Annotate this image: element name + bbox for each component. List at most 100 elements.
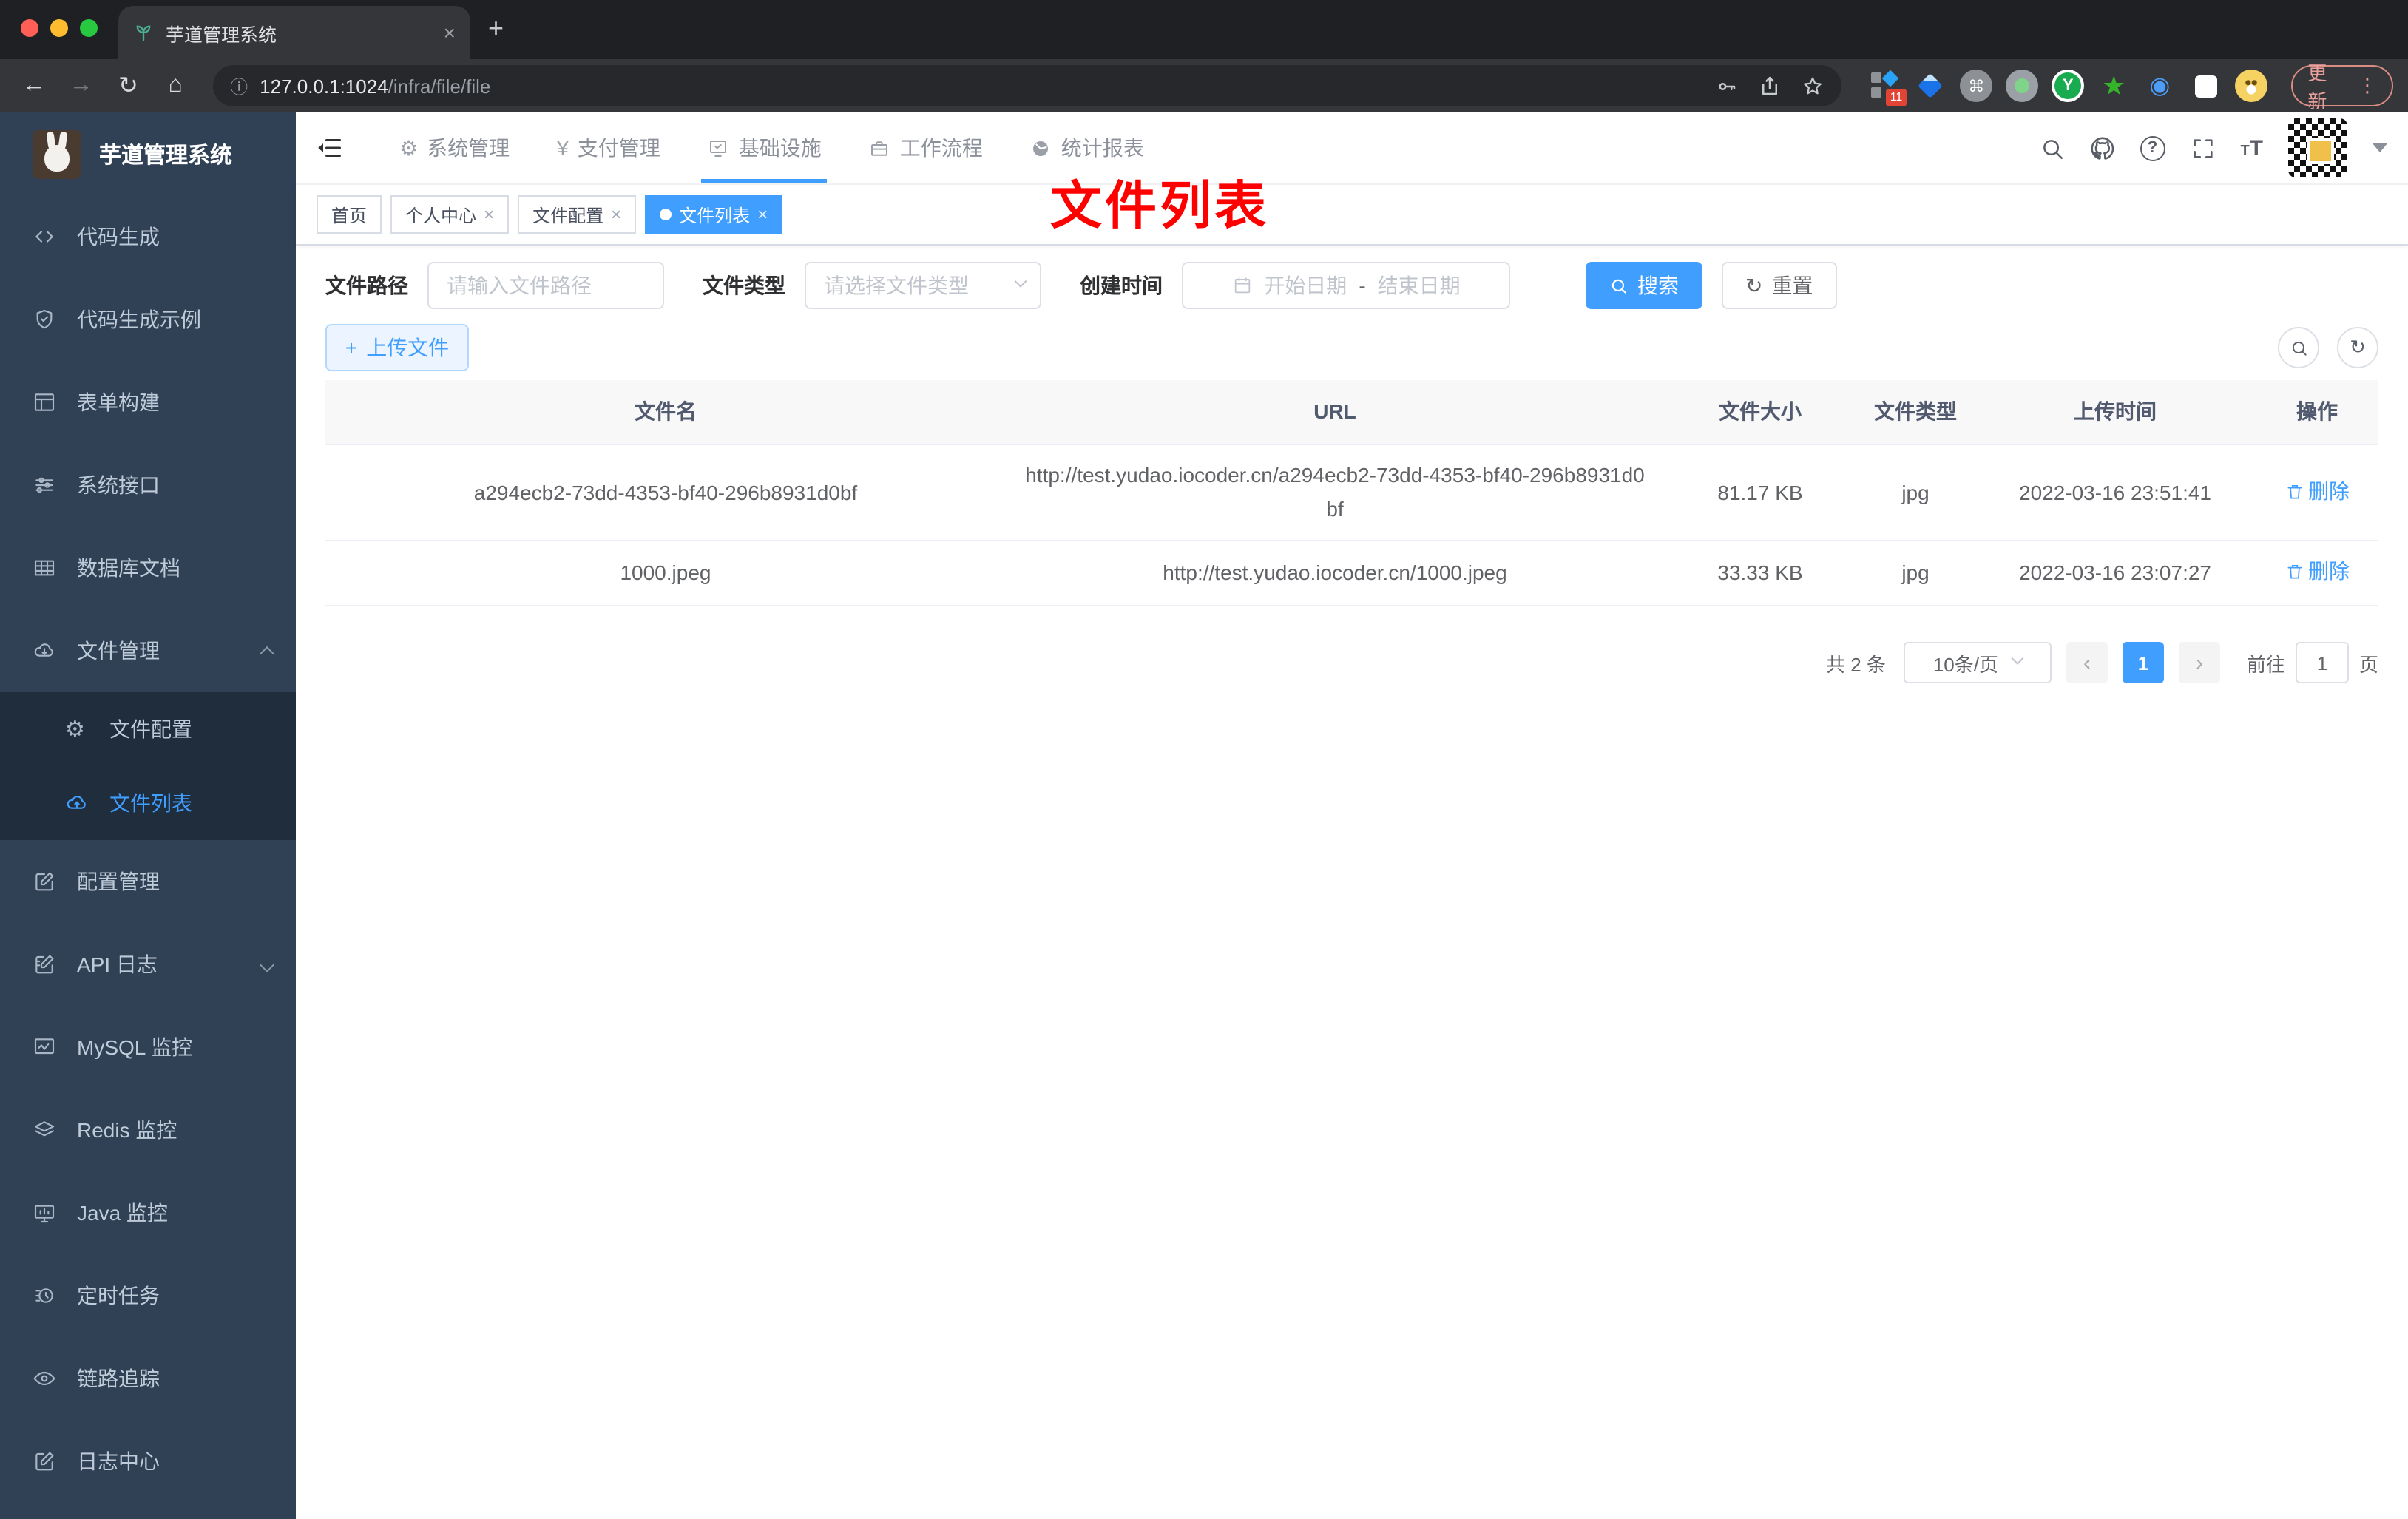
font-size-icon[interactable]: TT <box>2240 135 2263 160</box>
sidebar-item-db-doc[interactable]: 数据库文档 <box>0 527 296 609</box>
avatar-qr-code[interactable] <box>2288 118 2347 177</box>
window-controls[interactable] <box>21 19 98 37</box>
date-range-picker[interactable]: 开始日期 - 结束日期 <box>1182 262 1510 309</box>
col-header-action: 操作 <box>2296 399 2338 423</box>
layers-icon <box>33 1118 56 1142</box>
tag-close-icon[interactable]: × <box>611 204 621 225</box>
date-start-placeholder[interactable]: 开始日期 <box>1264 271 1347 300</box>
search-icon[interactable] <box>2039 135 2064 160</box>
goto-page-input[interactable] <box>2295 642 2349 683</box>
y-extension-icon[interactable]: Y <box>2052 70 2085 102</box>
tag-file-list[interactable]: 文件列表 × <box>645 195 783 234</box>
top-nav-tabs: ⚙ 系统管理 ¥ 支付管理 基础设施 工作流程 统计报表 <box>382 112 1162 183</box>
reset-button[interactable]: ↻ 重置 <box>1722 262 1837 309</box>
new-tab-button[interactable]: + <box>488 15 504 41</box>
show-search-circle-button[interactable] <box>2278 327 2319 368</box>
cell-url: http://test.yudao.iocoder.cn/a294ecb2-73… <box>1025 463 1645 521</box>
delete-button[interactable]: 删除 <box>2284 474 2350 508</box>
puzzle-extensions-icon[interactable] <box>2189 70 2222 102</box>
star-extension-icon[interactable]: ★ <box>2097 70 2130 102</box>
emoji-extension-icon[interactable] <box>2235 70 2268 102</box>
github-icon[interactable] <box>2089 135 2114 160</box>
chevron-down-icon <box>260 957 274 972</box>
cloud-download-icon <box>33 639 56 663</box>
kite-extension-icon[interactable] <box>1914 70 1947 102</box>
file-type-select[interactable]: 请选择文件类型 <box>805 262 1041 309</box>
tag-close-icon[interactable]: × <box>484 204 494 225</box>
sidebar-item-form-builder[interactable]: 表单构建 <box>0 361 296 444</box>
topnav-system-mgmt[interactable]: ⚙ 系统管理 <box>382 112 527 183</box>
sidebar-item-mysql-monitor[interactable]: MySQL 监控 <box>0 1006 296 1089</box>
topnav-workflow[interactable]: 工作流程 <box>851 112 1001 183</box>
sidebar-item-tracing[interactable]: 链路追踪 <box>0 1337 296 1420</box>
tag-home[interactable]: 首页 <box>317 195 382 234</box>
sidebar-item-file-mgmt[interactable]: 文件管理 <box>0 609 296 692</box>
password-key-icon[interactable] <box>1716 75 1738 97</box>
sidebar-item-system-api[interactable]: 系统接口 <box>0 444 296 527</box>
sidebar-item-log-center[interactable]: 日志中心 <box>0 1420 296 1503</box>
page-content: 文件路径 文件类型 请选择文件类型 创建时间 开始日期 - 结束日期 搜索 <box>296 246 2408 683</box>
sidebar-item-file-list[interactable]: 文件列表 <box>0 766 296 840</box>
sidebar-item-api-log[interactable]: API 日志 <box>0 923 296 1006</box>
sidebar-fold-icon[interactable] <box>317 135 343 161</box>
tag-profile[interactable]: 个人中心 × <box>390 195 510 234</box>
tampermonkey-extension-icon[interactable]: 11 <box>1868 70 1907 106</box>
bookmark-star-icon[interactable] <box>1802 75 1824 97</box>
date-end-placeholder[interactable]: 结束日期 <box>1378 271 1461 300</box>
page-size-select[interactable]: 10条/页 <box>1903 642 2052 683</box>
delete-button[interactable]: 删除 <box>2284 555 2350 589</box>
window-minimize-button[interactable] <box>50 19 68 37</box>
database-grid-icon <box>33 556 56 580</box>
page-unit-label: 页 <box>2358 653 2378 675</box>
app-logo-row[interactable]: 芋道管理系统 <box>0 112 296 195</box>
browser-menu-icon[interactable]: ⋮ <box>2358 74 2377 98</box>
sidebar-item-code-gen[interactable]: 代码生成 <box>0 195 296 278</box>
tag-close-icon[interactable]: × <box>757 204 768 225</box>
command-extension-icon[interactable]: ⌘ <box>1960 70 1993 102</box>
reload-icon[interactable]: ↻ <box>109 71 148 101</box>
browser-tab[interactable]: 芋道管理系统 × <box>118 6 470 59</box>
sidebar-item-cron-jobs[interactable]: 定时任务 <box>0 1254 296 1337</box>
file-path-input[interactable] <box>427 262 664 309</box>
select-chevron-down-icon <box>2011 652 2024 665</box>
topnav-payment-mgmt[interactable]: ¥ 支付管理 <box>539 112 678 183</box>
current-page-button[interactable]: 1 <box>2122 642 2164 683</box>
eye-icon <box>33 1367 56 1390</box>
table-row: 1000.jpeg http://test.yudao.iocoder.cn/1… <box>325 541 2378 605</box>
app-navbar: ⚙ 系统管理 ¥ 支付管理 基础设施 工作流程 统计报表 ? TT <box>296 112 2408 185</box>
sidebar-item-config-mgmt[interactable]: 配置管理 <box>0 840 296 923</box>
col-header-type: 文件类型 <box>1874 399 1957 423</box>
site-info-icon[interactable]: ⓘ <box>230 73 248 98</box>
sidebar-item-code-gen-demo[interactable]: 代码生成示例 <box>0 278 296 361</box>
fullscreen-icon[interactable] <box>2190 135 2215 160</box>
app-title: 芋道管理系统 <box>99 143 233 168</box>
back-icon[interactable]: ← <box>15 72 53 99</box>
browser-window: 芋道管理系统 × + ← → ↻ ⌂ ⓘ 127.0.0.1:1024/infr… <box>0 0 2408 1519</box>
address-bar[interactable]: ⓘ 127.0.0.1:1024/infra/file/file <box>212 65 1842 106</box>
chrome-update-button[interactable]: 更新 ⋮ <box>2291 62 2393 112</box>
col-header-url: URL <box>1313 399 1356 423</box>
window-close-button[interactable] <box>21 19 38 37</box>
dot-extension-icon[interactable] <box>2006 70 2039 102</box>
next-page-button[interactable]: › <box>2178 642 2220 683</box>
help-icon[interactable]: ? <box>2140 135 2165 160</box>
avatar-caret-down-icon[interactable] <box>2373 143 2387 152</box>
search-button[interactable]: 搜索 <box>1586 262 1702 309</box>
home-icon[interactable]: ⌂ <box>156 72 195 99</box>
sidebar-item-redis-monitor[interactable]: Redis 监控 <box>0 1089 296 1171</box>
url-text[interactable]: 127.0.0.1:1024/infra/file/file <box>260 75 1704 97</box>
sidebar: 芋道管理系统 代码生成 代码生成示例 表单构建 系统接口 数据库文档 文件管理 <box>0 112 296 1519</box>
forward-icon[interactable]: → <box>62 72 101 99</box>
upload-file-button[interactable]: + 上传文件 <box>325 324 469 371</box>
eye-extension-icon[interactable]: ◉ <box>2143 70 2176 102</box>
tag-file-config[interactable]: 文件配置 × <box>518 195 637 234</box>
tab-close-icon[interactable]: × <box>444 21 456 44</box>
share-icon[interactable] <box>1759 75 1781 97</box>
window-maximize-button[interactable] <box>80 19 98 37</box>
topnav-infrastructure[interactable]: 基础设施 <box>690 112 839 183</box>
refresh-circle-button[interactable]: ↻ <box>2337 327 2378 368</box>
sidebar-item-file-config[interactable]: ⚙ 文件配置 <box>0 692 296 766</box>
file-mgmt-submenu: ⚙ 文件配置 文件列表 <box>0 692 296 840</box>
sidebar-item-java-monitor[interactable]: Java 监控 <box>0 1171 296 1254</box>
prev-page-button[interactable]: ‹ <box>2066 642 2108 683</box>
